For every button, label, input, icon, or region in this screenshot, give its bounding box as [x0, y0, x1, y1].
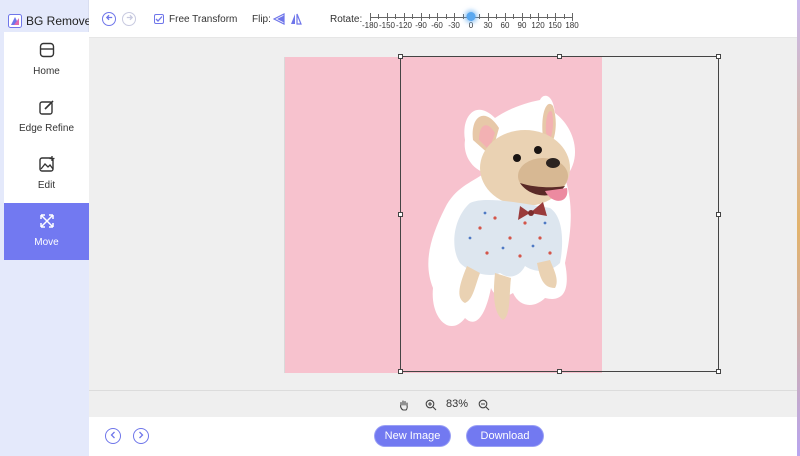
rotate-minor-tick	[564, 14, 565, 19]
rotate-minor-tick	[429, 14, 430, 19]
sidebar-item-move[interactable]: Move	[4, 203, 89, 260]
rotate-tick-label: 60	[500, 21, 510, 30]
rotate-minor-tick	[463, 14, 464, 19]
rotate-tick	[370, 13, 371, 21]
sidebar-item-label: Home	[33, 66, 60, 77]
rotate-tick-label: 30	[483, 21, 493, 30]
rotate-tick-label: 150	[548, 21, 562, 30]
flip-horizontal-icon[interactable]	[272, 13, 285, 25]
rotate-tick	[454, 13, 455, 21]
rotate-minor-tick	[530, 14, 531, 19]
next-button[interactable]	[133, 428, 149, 444]
rotate-minor-tick	[513, 14, 514, 19]
rotate-slider-knob[interactable]	[466, 12, 476, 21]
resize-handle-top-left[interactable]	[398, 54, 403, 59]
bottom-bar: New Image Download	[89, 417, 800, 456]
rotate-tick-label: -150	[378, 21, 396, 30]
rotate-label: Rotate:	[330, 14, 363, 25]
resize-handle-top-right[interactable]	[716, 54, 721, 59]
sidebar-item-edge-refine[interactable]: Edge Refine	[4, 89, 89, 146]
rotate-tick	[505, 13, 506, 21]
free-transform-label: Free Transform	[169, 14, 238, 25]
app-title: BG Remover	[26, 14, 96, 28]
resize-handle-right[interactable]	[716, 212, 721, 217]
undo-icon	[105, 13, 114, 25]
zoom-level: 83%	[446, 398, 469, 410]
rotate-minor-tick	[378, 14, 379, 19]
free-transform-checkbox[interactable]	[154, 14, 164, 24]
flip-vertical-icon[interactable]	[290, 13, 302, 25]
sidebar-item-label: Edit	[37, 180, 56, 191]
rotate-tick-label: 120	[531, 21, 545, 30]
zoom-bar: 83%	[89, 391, 800, 417]
sidebar-item-edit[interactable]: Edit	[4, 146, 89, 203]
rotate-slider[interactable]: -180 -150 -120 -90 -60 -30 0 30 60 90 120 150 180	[362, 10, 579, 34]
rotate-tick	[421, 13, 422, 21]
undo-button[interactable]	[102, 12, 116, 26]
rotate-tick	[488, 13, 489, 21]
rotate-tick-label: 180	[565, 21, 579, 30]
new-image-button[interactable]: New Image	[375, 426, 450, 446]
editor-canvas[interactable]	[89, 38, 800, 390]
dog-cutout-image	[428, 95, 576, 327]
rotate-tick	[522, 13, 523, 21]
rotate-tick-label: -180	[361, 21, 379, 30]
resize-handle-bottom-left[interactable]	[398, 369, 403, 374]
rotate-minor-tick	[395, 14, 396, 19]
redo-icon	[125, 13, 134, 25]
rotate-minor-tick	[496, 14, 497, 19]
app-logo: BG Remover	[8, 12, 95, 30]
rotate-tick	[538, 13, 539, 21]
move-arrows-icon	[38, 212, 56, 230]
resize-handle-bottom-right[interactable]	[716, 369, 721, 374]
toolbar: Free Transform Flip: Rotate: -180 -150 -12…	[89, 0, 800, 38]
redo-button[interactable]	[122, 12, 136, 26]
sidebar-nav: Home Edge Refine Edit Move	[4, 32, 89, 260]
hand-pan-icon[interactable]	[398, 399, 410, 411]
sidebar: BG Remover Home Edge Refine Edit Move	[0, 0, 95, 456]
rotate-tick-label: -60	[431, 21, 443, 30]
rotate-tick-label: -120	[395, 21, 413, 30]
rotate-minor-tick	[412, 14, 413, 19]
bg-remover-logo-icon	[8, 14, 22, 28]
rotate-tick-label: -90	[415, 21, 427, 30]
zoom-in-icon[interactable]	[425, 399, 437, 411]
rotate-minor-tick	[547, 14, 548, 19]
sidebar-item-label: Move	[34, 237, 59, 248]
checkmark-icon	[155, 16, 163, 22]
rotate-tick-label: 90	[517, 21, 527, 30]
chevron-right-icon	[137, 430, 145, 442]
rotate-minor-tick	[479, 14, 480, 19]
resize-handle-top[interactable]	[557, 54, 562, 59]
flip-label: Flip:	[252, 14, 271, 25]
resize-handle-left[interactable]	[398, 212, 403, 217]
rotate-minor-tick	[446, 14, 447, 19]
rotate-tick	[387, 13, 388, 21]
rotate-tick	[572, 13, 573, 21]
image-edit-icon	[38, 155, 56, 173]
sidebar-empty-area	[4, 260, 89, 456]
previous-button[interactable]	[105, 428, 121, 444]
download-button[interactable]: Download	[467, 426, 543, 446]
chevron-left-icon	[109, 430, 117, 442]
rotate-tick-label: 0	[468, 21, 474, 30]
pencil-square-icon	[38, 98, 56, 116]
zoom-out-icon[interactable]	[478, 399, 490, 411]
rotate-tick-label: -30	[448, 21, 460, 30]
rotate-tick	[437, 13, 438, 21]
rotate-tick	[555, 13, 556, 21]
rotate-tick	[404, 13, 405, 21]
home-icon	[38, 41, 56, 59]
resize-handle-bottom[interactable]	[557, 369, 562, 374]
sidebar-item-home[interactable]: Home	[4, 32, 89, 89]
sidebar-item-label: Edge Refine	[18, 123, 75, 134]
